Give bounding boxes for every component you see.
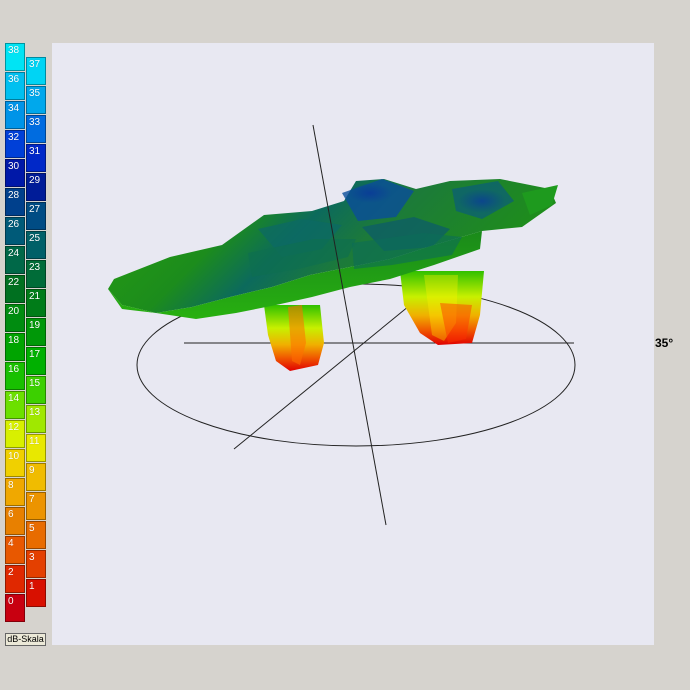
legend-cell-29: 29 [26, 173, 46, 201]
db-scale-label: dB-Skala [5, 633, 46, 646]
db-scale-legend: 38 36 34 32 30 28 26 24 22 20 18 16 14 12 10 8 6 4 2 0 37 35… [5, 43, 46, 646]
legend-cell-36: 36 [5, 72, 25, 100]
surface-lobe-right [400, 271, 484, 345]
legend-cell-9: 9 [26, 463, 46, 491]
legend-cell-12: 12 [5, 420, 25, 448]
angle-label: 35° [655, 336, 674, 350]
legend-cell-27: 27 [26, 202, 46, 230]
legend-cell-13: 13 [26, 405, 46, 433]
legend-cell-28: 28 [5, 188, 25, 216]
legend-cell-10: 10 [5, 449, 25, 477]
legend-cell-32: 32 [5, 130, 25, 158]
legend-cell-7: 7 [26, 492, 46, 520]
legend-cell-30: 30 [5, 159, 25, 187]
legend-cell-38: 38 [5, 43, 25, 71]
legend-cell-2: 2 [5, 565, 25, 593]
legend-cell-5: 5 [26, 521, 46, 549]
legend-cell-31: 31 [26, 144, 46, 172]
legend-cell-26: 26 [5, 217, 25, 245]
legend-cell-4: 4 [5, 536, 25, 564]
legend-cell-3: 3 [26, 550, 46, 578]
legend-cell-19: 19 [26, 318, 46, 346]
legend-cell-23: 23 [26, 260, 46, 288]
legend-cell-25: 25 [26, 231, 46, 259]
surface-lobe-left [264, 305, 324, 371]
legend-cell-16: 16 [5, 362, 25, 390]
legend-cell-22: 22 [5, 275, 25, 303]
legend-cell-6: 6 [5, 507, 25, 535]
legend-cell-14: 14 [5, 391, 25, 419]
legend-cell-18: 18 [5, 333, 25, 361]
legend-cell-8: 8 [5, 478, 25, 506]
legend-cell-24: 24 [5, 246, 25, 274]
legend-cell-11: 11 [26, 434, 46, 462]
legend-cell-35: 35 [26, 86, 46, 114]
legend-cell-21: 21 [26, 289, 46, 317]
legend-cell-17: 17 [26, 347, 46, 375]
legend-cell-20: 20 [5, 304, 25, 332]
legend-cell-0: 0 [5, 594, 25, 622]
3d-plot-panel[interactable] [52, 43, 654, 645]
3d-surface-plot[interactable] [52, 43, 654, 645]
legend-cell-37: 37 [26, 57, 46, 85]
legend-cell-34: 34 [5, 101, 25, 129]
legend-cell-15: 15 [26, 376, 46, 404]
legend-cell-1: 1 [26, 579, 46, 607]
legend-cell-33: 33 [26, 115, 46, 143]
